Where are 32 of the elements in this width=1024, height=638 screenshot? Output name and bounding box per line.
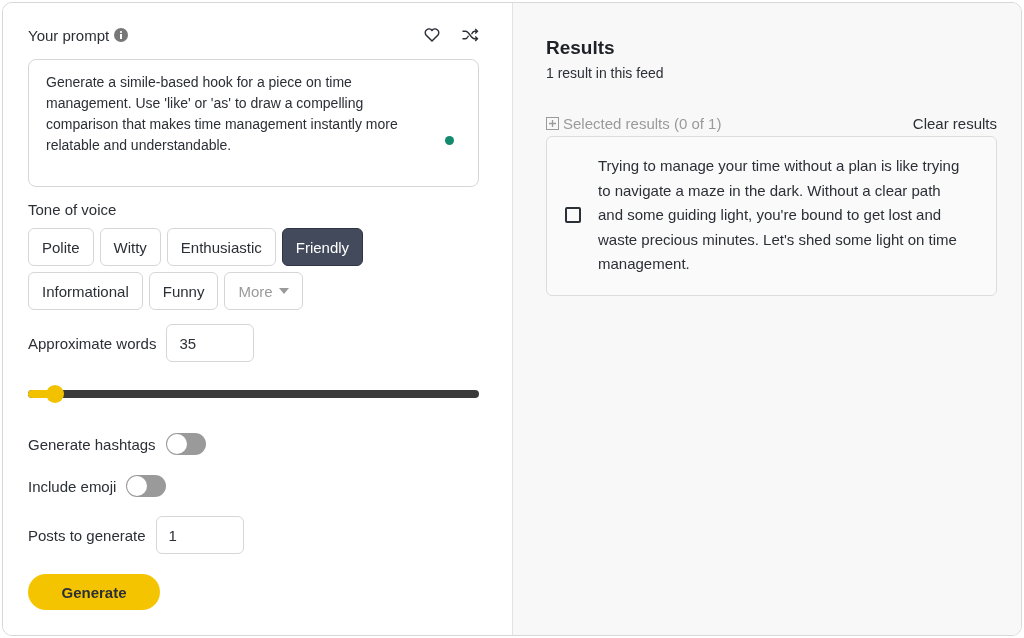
- posts-field[interactable]: 1: [155, 516, 244, 554]
- caret-icon: [278, 288, 289, 294]
- status-dot: [445, 136, 454, 145]
- tone-chip[interactable]: Witty: [99, 228, 161, 266]
- prompt-field[interactable]: Generate a simile-based hook for a piece on time management. Use 'like' or 'as' to draw a compelling comparison that makes time management instantly more relatable and understandable.: [28, 59, 479, 187]
- prompt-label: Your prompt: [28, 26, 110, 44]
- words-slider[interactable]: [28, 385, 479, 403]
- plus-square-icon[interactable]: [546, 117, 559, 130]
- tone-chip[interactable]: Funny: [148, 272, 219, 310]
- words-field[interactable]: 35: [166, 324, 255, 362]
- clear-results-link[interactable]: Clear results: [912, 115, 997, 132]
- toggle-label: Generate hashtags: [28, 435, 156, 453]
- selected-results-label: Selected results (0 of 1): [563, 115, 722, 132]
- tone-chip[interactable]: Informational: [28, 272, 143, 310]
- results-title: Results: [546, 37, 616, 59]
- info-icon[interactable]: [114, 28, 129, 42]
- tone-label: Tone of voice: [28, 201, 118, 218]
- tone-chip[interactable]: Polite: [28, 228, 94, 266]
- heart-icon[interactable]: [423, 26, 441, 44]
- generate-button[interactable]: Generate: [28, 574, 160, 610]
- shuffle-icon[interactable]: [461, 26, 479, 44]
- posts-label: Posts to generate: [28, 526, 146, 544]
- tone-chip[interactable]: Enthusiastic: [166, 228, 276, 266]
- words-label: Approximate words: [28, 334, 157, 352]
- slider-thumb[interactable]: [46, 385, 65, 403]
- result-text: Trying to manage your time without a plan is like trying to navigate a maze in the dark. Without a clear path and some guiding light, you're bound to get lost and waste precious minutes. Let's shed some light on time management.: [598, 156, 961, 274]
- result-checkbox[interactable]: [565, 207, 581, 224]
- toggle-switch[interactable]: [165, 433, 206, 455]
- toggle-label: Include emoji: [28, 477, 117, 495]
- results-count: 1 result in this feed: [546, 65, 665, 81]
- toggle-switch[interactable]: [126, 475, 167, 497]
- tone-chip[interactable]: Friendly: [281, 228, 364, 266]
